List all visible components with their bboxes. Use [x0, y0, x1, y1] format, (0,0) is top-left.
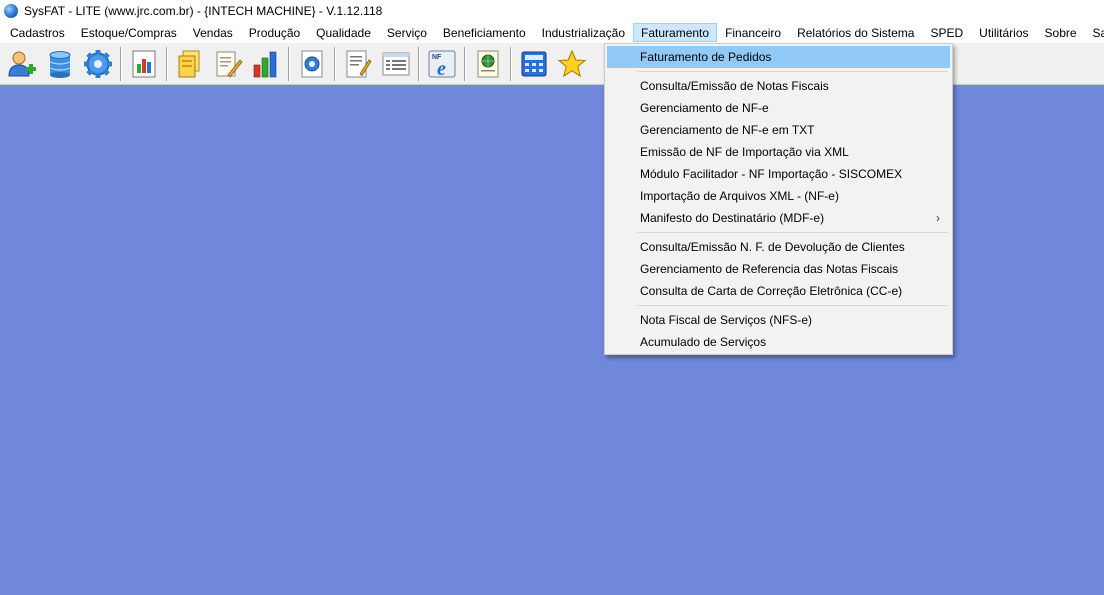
chart-document-icon [132, 50, 156, 77]
menu-sair[interactable]: Sair [1085, 23, 1104, 42]
toolbar-separator [120, 46, 122, 81]
gear-icon [84, 49, 112, 78]
menu-item-manifesto-destinatario[interactable]: Manifesto do Destinatário (MDF-e) › [607, 207, 950, 229]
menu-item-importacao-xml-nfe[interactable]: Importação de Arquivos XML - (NF-e) [607, 185, 950, 207]
faturamento-dropdown-menu: Faturamento de Pedidos Consulta/Emissão … [604, 43, 953, 355]
toolbar-edit-button[interactable] [210, 46, 246, 82]
menu-cadastros[interactable]: Cadastros [2, 23, 73, 42]
menu-item-carta-correcao[interactable]: Consulta de Carta de Correção Eletrônica… [607, 280, 950, 302]
title-bar: SysFAT - LITE (www.jrc.com.br) - {INTECH… [0, 0, 1104, 22]
write-document-icon [346, 50, 372, 77]
menu-item-manifesto-label: Manifesto do Destinatário (MDF-e) [640, 211, 825, 225]
toolbar-calculator-button[interactable] [516, 46, 552, 82]
menu-utilitarios[interactable]: Utilitários [971, 23, 1036, 42]
menu-item-acumulado-servicos[interactable]: Acumulado de Serviços [607, 331, 950, 353]
menu-beneficiamento[interactable]: Beneficiamento [435, 23, 534, 42]
app-globe-icon [4, 4, 18, 18]
menu-bar: Cadastros Estoque/Compras Vendas Produçã… [0, 22, 1104, 43]
toolbar-list-button[interactable] [378, 46, 414, 82]
list-document-icon [382, 52, 410, 75]
menu-item-nfs-e[interactable]: Nota Fiscal de Serviços (NFS-e) [607, 309, 950, 331]
menu-financeiro[interactable]: Financeiro [717, 23, 789, 42]
toolbar-write-button[interactable] [340, 46, 376, 82]
toolbar-settings-button[interactable] [80, 46, 116, 82]
menu-separator [607, 302, 950, 309]
database-icon [49, 50, 71, 78]
add-user-icon [8, 51, 36, 76]
menu-sped[interactable]: SPED [922, 23, 971, 42]
toolbar-folders-button[interactable] [172, 46, 208, 82]
toolbar-add-user-button[interactable] [4, 46, 40, 82]
menu-item-gerenciamento-nfe[interactable]: Gerenciamento de NF-e [607, 97, 950, 119]
toolbar-separator [334, 46, 336, 81]
toolbar-separator [418, 46, 420, 81]
menu-faturamento[interactable]: Faturamento [633, 23, 718, 42]
toolbar-separator [464, 46, 466, 81]
gear-document-icon [301, 50, 323, 77]
edit-document-icon [216, 51, 243, 78]
toolbar-report-button[interactable] [126, 46, 162, 82]
toolbar-web-button[interactable] [470, 46, 506, 82]
bar-chart-icon [253, 51, 277, 77]
svg-text:e: e [437, 58, 446, 80]
folders-icon [178, 50, 200, 77]
menu-item-gerenciamento-nfe-txt[interactable]: Gerenciamento de NF-e em TXT [607, 119, 950, 141]
submenu-arrow-icon: › [936, 211, 940, 225]
menu-servico[interactable]: Serviço [379, 23, 435, 42]
menu-relatorios[interactable]: Relatórios do Sistema [789, 23, 922, 42]
toolbar-separator [166, 46, 168, 81]
menu-sobre[interactable]: Sobre [1037, 23, 1085, 42]
menu-qualidade[interactable]: Qualidade [308, 23, 379, 42]
menu-item-devolucao-clientes[interactable]: Consulta/Emissão N. F. de Devolução de C… [607, 236, 950, 258]
menu-separator [607, 229, 950, 236]
menu-estoque-compras[interactable]: Estoque/Compras [73, 23, 185, 42]
menu-vendas[interactable]: Vendas [185, 23, 241, 42]
toolbar-nfe-button[interactable]: NF e [424, 46, 460, 82]
menu-industrializacao[interactable]: Industrialização [534, 23, 633, 42]
star-icon [557, 49, 587, 77]
menu-item-faturamento-pedidos[interactable]: Faturamento de Pedidos [607, 46, 950, 68]
calculator-icon [521, 51, 547, 76]
toolbar-separator [288, 46, 290, 81]
menu-item-referencia-notas[interactable]: Gerenciamento de Referencia das Notas Fi… [607, 258, 950, 280]
toolbar-favorites-button[interactable] [554, 46, 590, 82]
web-document-icon [477, 50, 499, 77]
toolbar-database-button[interactable] [42, 46, 78, 82]
menu-item-emissao-nf-importacao-xml[interactable]: Emissão de NF de Importação via XML [607, 141, 950, 163]
menu-item-modulo-facilitador-siscomex[interactable]: Módulo Facilitador - NF Importação - SIS… [607, 163, 950, 185]
toolbar-chart-button[interactable] [248, 46, 284, 82]
toolbar-config-doc-button[interactable] [294, 46, 330, 82]
menu-producao[interactable]: Produção [241, 23, 308, 42]
menu-item-consulta-emissao-nf[interactable]: Consulta/Emissão de Notas Fiscais [607, 75, 950, 97]
nfe-icon: NF e [428, 50, 456, 80]
menu-separator [607, 68, 950, 75]
window-title: SysFAT - LITE (www.jrc.com.br) - {INTECH… [24, 4, 383, 18]
toolbar-separator [510, 46, 512, 81]
